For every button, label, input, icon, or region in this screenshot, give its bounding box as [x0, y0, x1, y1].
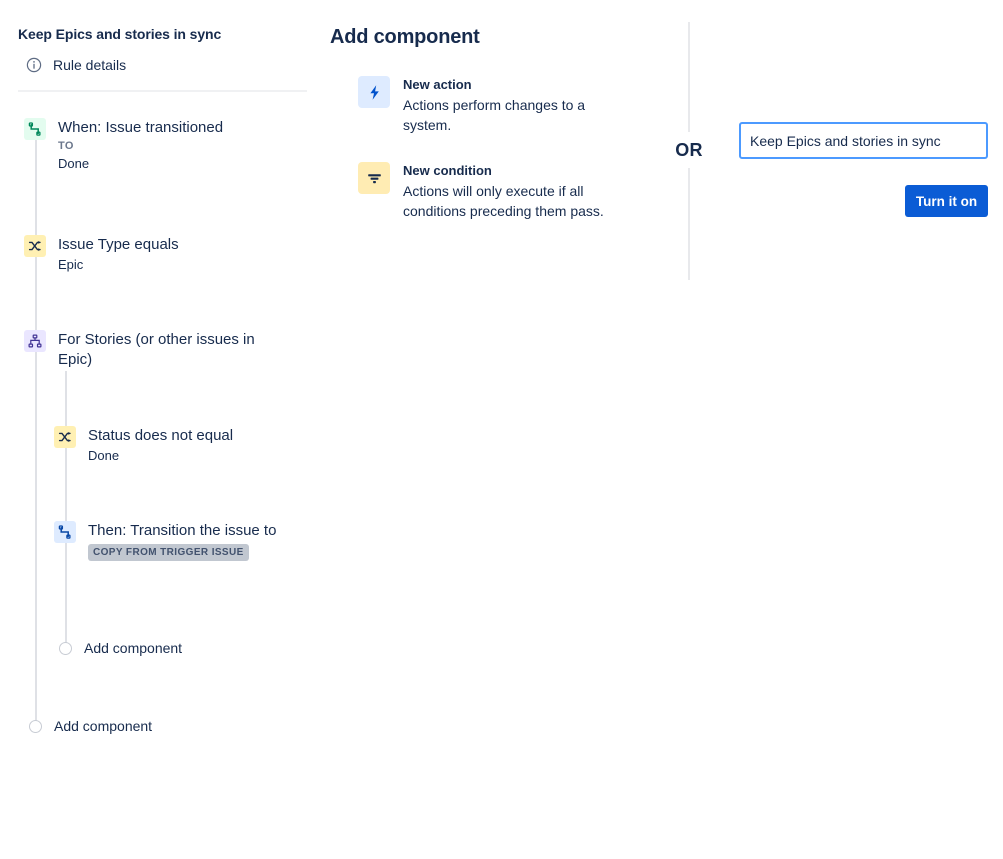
or-divider-bottom	[688, 168, 690, 280]
rule-component-for-stories-branch[interactable]: For Stories (or other issues in Epic)	[24, 330, 274, 370]
rule-component-issue-type-equals[interactable]: Issue Type equals Epic	[24, 235, 304, 274]
rule-panel: Keep Epics and stories in sync Rule deta…	[18, 0, 318, 74]
or-divider-top	[688, 22, 690, 132]
add-component-panel: Add component New action Actions perform…	[330, 0, 670, 221]
component-subvalue: Done	[58, 154, 223, 173]
component-subvalue: Epic	[58, 255, 179, 274]
filter-funnel-icon	[358, 162, 390, 194]
transition-icon	[54, 521, 76, 543]
tree-trunk-nested	[65, 371, 67, 646]
option-text: New condition Actions will only execute …	[403, 162, 608, 221]
component-name: Issue Type equals	[58, 235, 179, 255]
panel-divider	[18, 90, 307, 92]
component-subvalue: Done	[88, 446, 233, 465]
add-component-root-button[interactable]: Add component	[29, 717, 152, 735]
lightning-bolt-icon	[358, 76, 390, 108]
rule-component-then-transition-issue[interactable]: Then: Transition the issue to COPY FROM …	[54, 521, 304, 561]
option-description: Actions will only execute if all conditi…	[403, 181, 608, 221]
add-component-nested-button[interactable]: Add component	[59, 639, 182, 657]
rule-details-label: Rule details	[53, 56, 126, 74]
page-title: Keep Epics and stories in sync	[18, 26, 318, 42]
info-circle-icon	[26, 57, 42, 73]
rule-details-link[interactable]: Rule details	[18, 56, 318, 74]
or-label: OR	[670, 140, 708, 161]
circle-outline-icon	[59, 642, 72, 655]
automation-rule-builder: Keep Epics and stories in sync Rule deta…	[0, 0, 1003, 859]
turn-it-on-button[interactable]: Turn it on	[905, 185, 988, 217]
add-component-nested-label: Add component	[84, 639, 182, 657]
transition-icon	[24, 118, 46, 140]
option-new-condition[interactable]: New condition Actions will only execute …	[358, 162, 670, 221]
component-name: Then: Transition the issue to	[88, 521, 278, 541]
option-title: New action	[403, 76, 608, 94]
rule-name-input[interactable]	[739, 122, 988, 159]
condition-shuffle-icon	[24, 235, 46, 257]
component-sublabel: TO	[58, 138, 223, 154]
tree-trunk-main	[35, 138, 37, 724]
component-body: Then: Transition the issue to COPY FROM …	[88, 521, 278, 561]
option-title: New condition	[403, 162, 608, 180]
component-body: Issue Type equals Epic	[58, 235, 179, 274]
rule-component-when-issue-transitioned[interactable]: When: Issue transitioned TO Done	[24, 118, 304, 173]
condition-shuffle-icon	[54, 426, 76, 448]
rule-component-status-does-not-equal[interactable]: Status does not equal Done	[54, 426, 314, 465]
option-description: Actions perform changes to a system.	[403, 95, 608, 135]
component-name: For Stories (or other issues in Epic)	[58, 330, 270, 370]
option-new-action[interactable]: New action Actions perform changes to a …	[358, 76, 670, 135]
circle-outline-icon	[29, 720, 42, 733]
add-component-title: Add component	[330, 25, 670, 49]
add-component-root-label: Add component	[54, 717, 152, 735]
component-body: When: Issue transitioned TO Done	[58, 118, 223, 173]
option-text: New action Actions perform changes to a …	[403, 76, 608, 135]
branch-hierarchy-icon	[24, 330, 46, 352]
component-body: Status does not equal Done	[88, 426, 233, 465]
component-body: For Stories (or other issues in Epic)	[58, 330, 270, 370]
component-name: Status does not equal	[88, 426, 233, 446]
component-name: When: Issue transitioned	[58, 118, 223, 138]
status-badge: COPY FROM TRIGGER ISSUE	[88, 544, 249, 561]
